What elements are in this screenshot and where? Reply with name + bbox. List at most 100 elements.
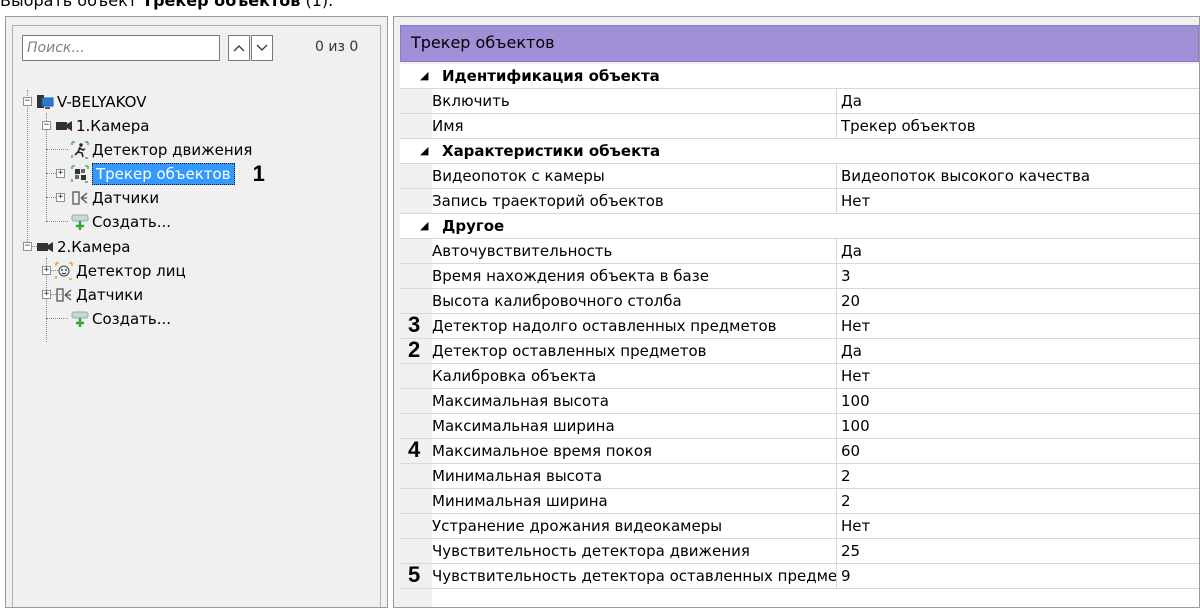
camera-icon [55, 117, 73, 135]
tree-item-sensors-1[interactable]: Датчики [71, 186, 159, 210]
property-value[interactable]: 100 [837, 392, 870, 410]
property-row[interactable]: Включить Да [400, 89, 1199, 114]
property-value[interactable]: 9 [837, 567, 851, 585]
tree-connector [46, 221, 68, 222]
search-next-button[interactable] [251, 35, 273, 61]
tree-item-label: Трекер объектов [92, 163, 235, 185]
property-value[interactable]: 100 [837, 417, 870, 435]
property-row[interactable]: Калибровка объекта Нет [400, 364, 1199, 389]
tree-item-motion-detector[interactable]: Детектор движения [71, 138, 252, 162]
property-row[interactable]: Запись траекторий объектов Нет [400, 189, 1199, 214]
tree-item-camera-2[interactable]: 2.Камера [36, 235, 130, 259]
property-name: Авточувствительность [432, 242, 613, 260]
search-match-count: 0 из 0 [315, 39, 359, 55]
property-value[interactable]: 60 [837, 442, 860, 460]
property-row[interactable]: 2 Детектор оставленных предметов Да [400, 337, 1199, 364]
property-category[interactable]: ◢ Характеристики объекта [400, 139, 1199, 164]
tree-item-create-2[interactable]: Создать... [71, 307, 171, 331]
tree-item-label: Датчики [92, 189, 160, 207]
property-value[interactable]: Да [837, 92, 862, 110]
property-row[interactable]: Имя Трекер объектов [400, 114, 1199, 139]
expand-face-toggle[interactable]: + [42, 266, 51, 275]
tree-item-object-tracker[interactable]: Трекер объектов 1 [71, 161, 265, 186]
expand-sensors2-toggle[interactable]: + [42, 290, 51, 299]
property-name: Запись траекторий объектов [432, 192, 664, 210]
property-row[interactable]: Минимальная высота 2 [400, 464, 1199, 489]
property-value[interactable]: Нет [837, 317, 870, 335]
property-value[interactable]: 2 [837, 492, 851, 510]
collapse-triangle-icon[interactable]: ◢ [420, 69, 428, 82]
property-value[interactable]: Нет [837, 517, 870, 535]
property-row[interactable]: Высота калибровочного столба 20 [400, 289, 1199, 314]
property-value[interactable]: Видеопоток высокого качества [837, 167, 1090, 185]
tree-item-sensors-2[interactable]: Датчики [55, 283, 143, 307]
property-name: Время нахождения объекта в базе [432, 267, 709, 285]
tree-item-label: Датчики [76, 286, 144, 304]
property-row[interactable]: 3 Детектор надолго оставленных предметов Н… [400, 312, 1199, 339]
tree-item-camera-1[interactable]: 1.Камера [55, 114, 149, 138]
property-value[interactable]: 20 [837, 292, 860, 310]
property-row[interactable]: Максимальная высота 100 [400, 389, 1199, 414]
property-name: Характеристики объекта [442, 142, 661, 160]
sensor-icon [55, 286, 73, 304]
property-row[interactable]: Авточувствительность Да [400, 239, 1199, 264]
camera-icon [36, 238, 54, 256]
search-prev-button[interactable] [228, 35, 250, 61]
tree-item-face-detector[interactable]: Детектор лиц [55, 259, 186, 283]
property-row[interactable]: 4 Максимальное время покоя 60 [400, 437, 1199, 464]
face-icon [55, 262, 73, 280]
property-name: Максимальное время покоя [432, 442, 653, 460]
property-value[interactable]: 25 [837, 542, 860, 560]
properties-pane: Трекер объектов ◢ Идентификация объекта Вк… [393, 16, 1200, 608]
expand-sensors1-toggle[interactable]: + [56, 193, 65, 202]
tree-item-label: 1.Камера [76, 117, 150, 135]
search-input[interactable] [22, 35, 220, 61]
add-icon [71, 213, 89, 231]
property-category[interactable]: ◢ Другое [400, 214, 1199, 239]
property-value[interactable]: Трекер объектов [837, 117, 976, 135]
device-tree-pane: 0 из 0 − V-BELYAKOV − [5, 16, 388, 608]
server-icon [36, 93, 54, 111]
property-row[interactable]: Минимальная ширина 2 [400, 489, 1199, 514]
property-name: Включить [432, 92, 510, 110]
collapse-camera1-toggle[interactable]: − [42, 121, 51, 130]
property-value[interactable]: Да [837, 242, 862, 260]
property-row[interactable]: 5 Чувствительность детектора оставленных … [400, 562, 1199, 589]
tree-item-create-1[interactable]: Создать... [71, 210, 171, 234]
property-row[interactable]: Время нахождения объекта в базе 3 [400, 264, 1199, 289]
property-value[interactable]: 3 [837, 267, 851, 285]
property-row[interactable]: Устранение дрожания видеокамеры Нет [400, 514, 1199, 539]
running-man-icon [71, 141, 89, 159]
property-row[interactable]: Видеопоток с камеры Видеопоток высокого к… [400, 164, 1199, 189]
callout-number: 2 [408, 337, 421, 362]
property-grid: ◢ Идентификация объекта Включить Да Имя Треке… [400, 64, 1199, 607]
panel-title: Трекер объектов [400, 25, 1199, 62]
device-tree: − V-BELYAKOV − 1.Камера Детектор движени… [13, 70, 380, 607]
tree-connector [27, 90, 28, 246]
collapse-triangle-icon[interactable]: ◢ [420, 144, 428, 157]
property-value[interactable]: Нет [837, 367, 870, 385]
object-tracker-icon [71, 165, 89, 183]
tree-item-label: Детектор лиц [76, 262, 186, 280]
collapse-server-toggle[interactable]: − [23, 97, 32, 106]
tree-item-label: 2.Камера [57, 238, 131, 256]
sensor-icon [71, 189, 89, 207]
expand-tracker-toggle[interactable]: + [56, 169, 65, 178]
property-name: Имя [432, 117, 464, 135]
property-row[interactable]: Максимальная ширина 100 [400, 414, 1199, 439]
tree-item-server[interactable]: V-BELYAKOV [36, 90, 146, 114]
callout-number: 4 [408, 437, 421, 462]
property-name: Высота калибровочного столба [432, 292, 682, 310]
caption-prefix: Выбрать объект [0, 0, 143, 10]
property-row[interactable]: Чувствительность детектора движения 25 [400, 539, 1199, 564]
callout-number: 1 [252, 161, 265, 186]
property-category[interactable]: ◢ Идентификация объекта [400, 64, 1199, 89]
property-value[interactable]: 2 [837, 467, 851, 485]
property-value[interactable]: Да [837, 342, 862, 360]
collapse-triangle-icon[interactable]: ◢ [420, 219, 428, 232]
tree-connector [46, 318, 68, 319]
tree-item-label: V-BELYAKOV [57, 93, 147, 111]
collapse-camera2-toggle[interactable]: − [23, 242, 32, 251]
device-tree-panel: 0 из 0 − V-BELYAKOV − [12, 25, 381, 607]
property-value[interactable]: Нет [837, 192, 870, 210]
